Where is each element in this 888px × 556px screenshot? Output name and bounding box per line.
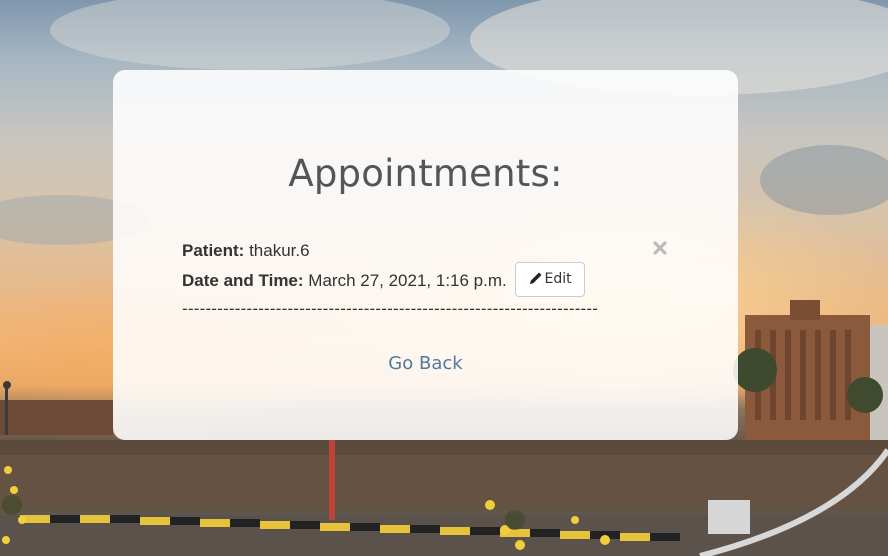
page-title: Appointments: (288, 152, 563, 195)
close-icon[interactable] (652, 240, 668, 256)
pencil-icon (530, 272, 542, 284)
datetime-label: Date and Time: (182, 271, 304, 290)
appointment-divider: ----------------------------------------… (182, 299, 599, 318)
datetime-value: March 27, 2021, 1:16 p.m. (303, 271, 507, 290)
datetime-row: Date and Time: March 27, 2021, 1:16 p.m.… (182, 261, 682, 297)
edit-button[interactable]: Edit (515, 261, 585, 297)
patient-label: Patient: (182, 241, 245, 260)
patient-value: thakur.6 (244, 241, 310, 260)
edit-button-label: Edit (544, 270, 572, 287)
go-back-link[interactable]: Go Back (113, 353, 738, 374)
patient-row: Patient: thakur.6 (182, 236, 682, 266)
appointments-card: Appointments: Patient: thakur.6 Date and… (113, 70, 738, 440)
appointment-item: Patient: thakur.6 Date and Time: March 2… (182, 236, 682, 319)
